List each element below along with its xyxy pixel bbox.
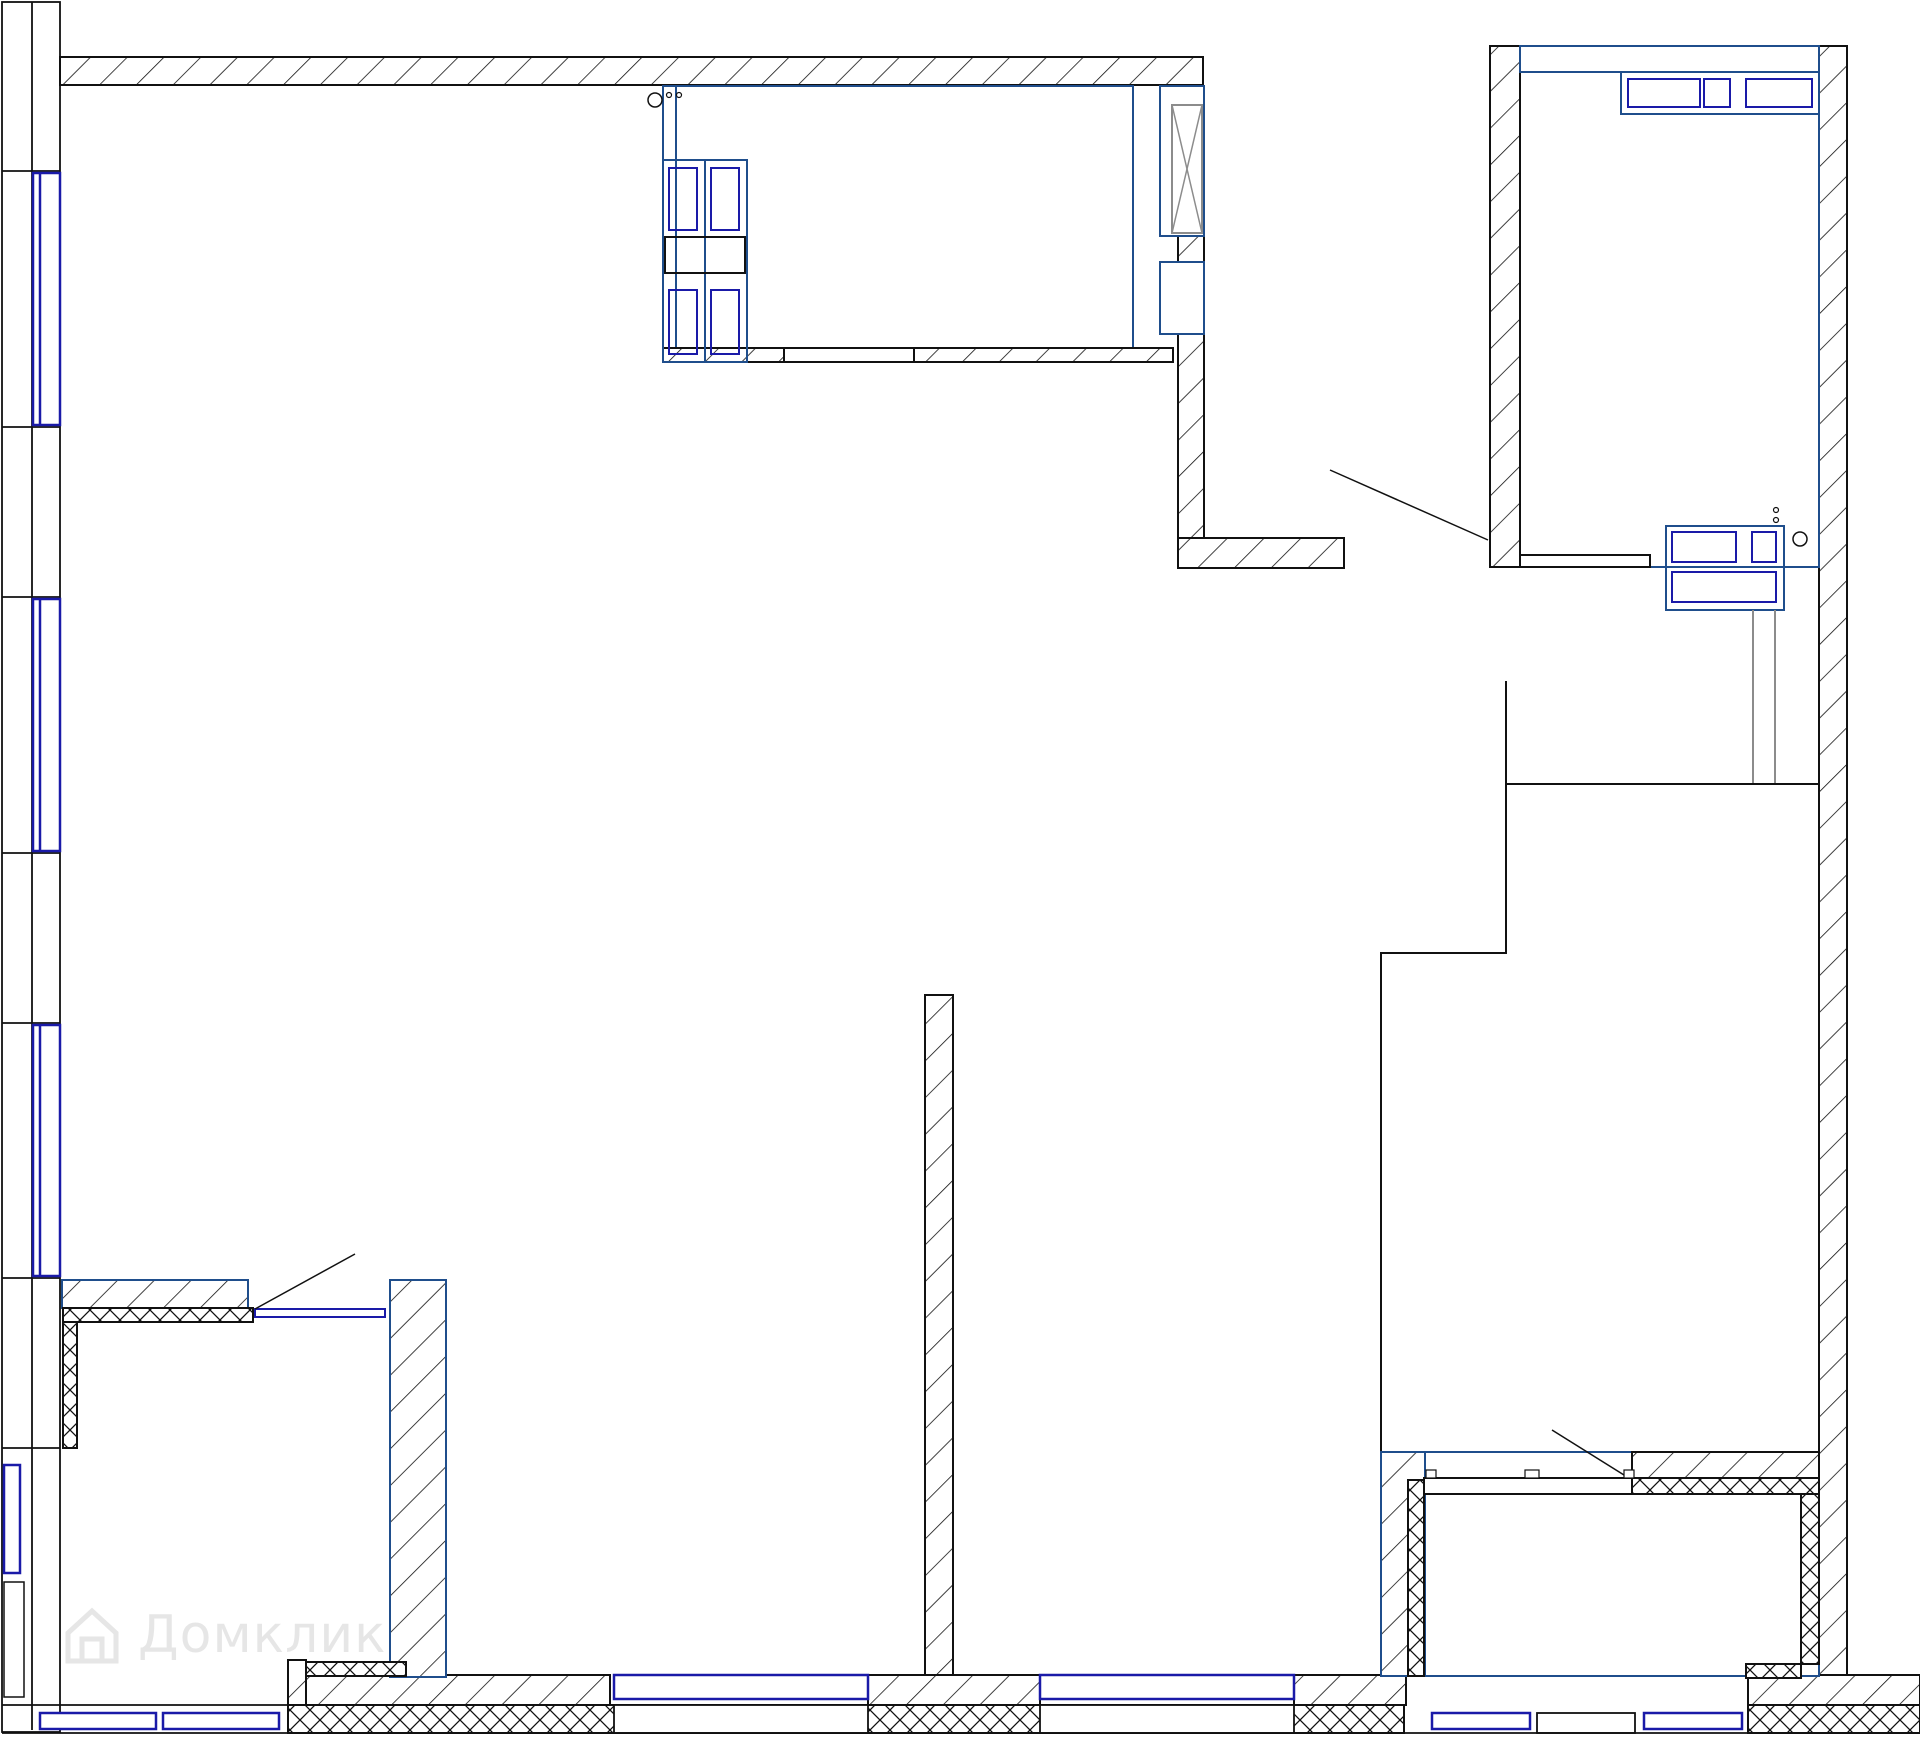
window — [612, 1673, 870, 1701]
window — [161, 1711, 281, 1731]
floor-plan — [1, 1, 1920, 1734]
bottom-xhatch-strip — [1747, 1704, 1920, 1734]
left-facade — [1, 1, 61, 1733]
window — [31, 597, 62, 853]
bathroom-bottom-left — [61, 1253, 447, 1706]
bottom-wall-segment — [867, 1674, 1041, 1706]
floor-drain — [647, 92, 663, 108]
right-wall — [1818, 45, 1848, 1681]
bottom-wall-segment — [1747, 1674, 1920, 1706]
bottom-wall-segment — [1293, 1674, 1407, 1706]
window — [1038, 1673, 1296, 1701]
door-opening — [783, 347, 915, 363]
interior-lines — [1380, 681, 1819, 1452]
window — [2, 1463, 22, 1575]
bathroom-door-opening — [254, 1308, 386, 1318]
bathroom-top-middle — [647, 85, 1345, 569]
window — [1642, 1711, 1744, 1731]
center-partition-wall — [924, 994, 954, 1681]
bottom-wall-segment — [299, 1674, 611, 1706]
window — [1430, 1711, 1532, 1731]
window — [38, 1711, 158, 1731]
door-opening — [1519, 554, 1651, 568]
window — [31, 171, 62, 427]
left-fixture — [3, 1581, 25, 1698]
bathroom-top-right — [1329, 45, 1820, 568]
window — [31, 1023, 62, 1278]
bathroom-bottom-right — [1380, 1429, 1820, 1679]
top-wall — [59, 56, 1204, 86]
